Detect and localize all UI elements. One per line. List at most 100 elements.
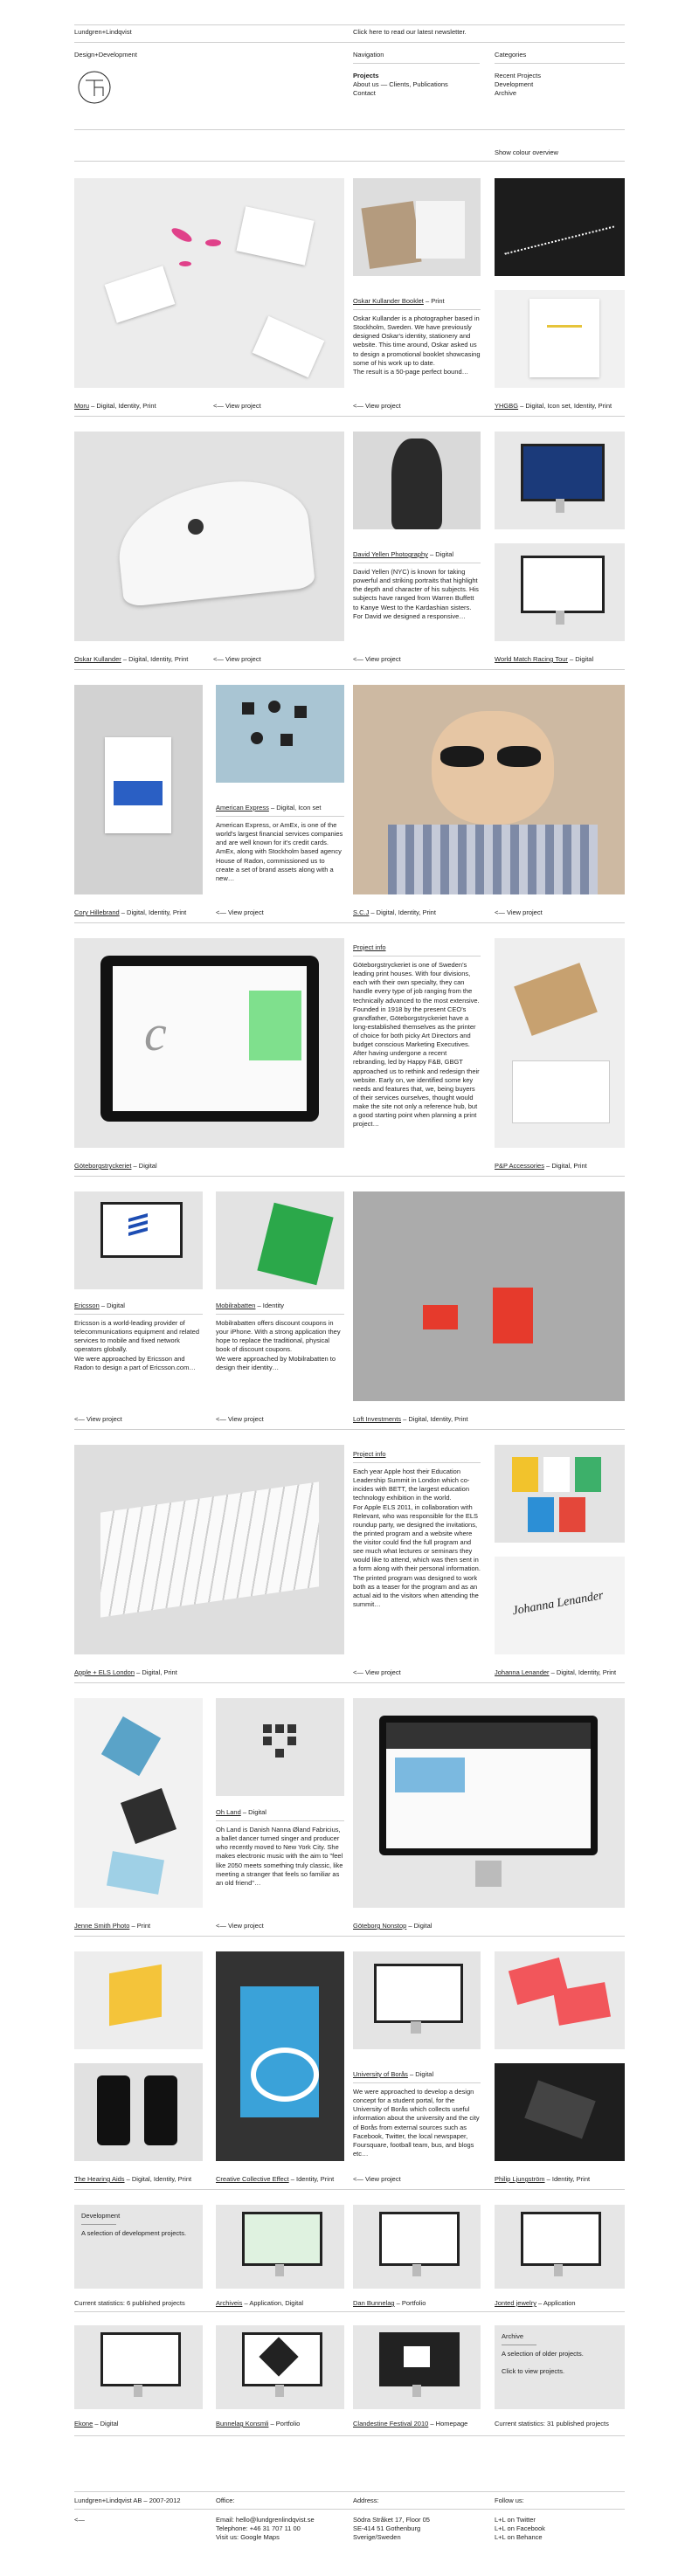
- project-image-hearing-aids-2[interactable]: [74, 2063, 203, 2161]
- oh-land-title[interactable]: Oh Land – Digital: [216, 1808, 266, 1817]
- archive-box[interactable]: Archive A selection of older projects. C…: [495, 2325, 625, 2409]
- bunnelag-caption[interactable]: Bunnelag Konsmli – Portfolio: [216, 2420, 300, 2428]
- apple-caption[interactable]: Apple + ELS London – Digital, Print: [74, 1668, 177, 1677]
- project-image-yhgbg-2[interactable]: [495, 290, 625, 388]
- nav-projects[interactable]: Projects: [353, 72, 379, 80]
- project-image-david-yellen[interactable]: [353, 432, 481, 529]
- yhgbg-caption[interactable]: YHGBG – Digital, Icon set, Identity, Pri…: [495, 402, 612, 411]
- cat-recent[interactable]: Recent Projects: [495, 72, 541, 80]
- project-image-hearing-aids-1[interactable]: [74, 1951, 203, 2049]
- johanna-caption[interactable]: Johanna Lenander – Digital, Identity, Pr…: [495, 1668, 616, 1677]
- project-image-mobilrabatten[interactable]: [216, 1191, 344, 1289]
- philip-caption[interactable]: Philip Ljungström – Identity, Print: [495, 2175, 590, 2184]
- project-image-goteborgstryckeriet[interactable]: c: [74, 938, 344, 1148]
- loft-caption[interactable]: Loft Investments – Digital, Identity, Pr…: [353, 1415, 468, 1424]
- newsletter-link[interactable]: Click here to read our latest newsletter…: [353, 28, 467, 37]
- project-image-johanna-2[interactable]: Johanna Lenander: [495, 1557, 625, 1654]
- colour-overview-link[interactable]: Show colour overview: [495, 148, 558, 157]
- amex-title[interactable]: American Express – Digital, Icon set: [216, 804, 321, 812]
- gbt-caption[interactable]: Göteborgstryckeriet – Digital: [74, 1162, 157, 1171]
- ekone-caption[interactable]: Ekone – Digital: [74, 2420, 118, 2428]
- view-project-link[interactable]: <— View project: [353, 402, 401, 411]
- project-image-pp-accessories[interactable]: [495, 938, 625, 1148]
- archiveis-caption[interactable]: Archiveis – Application, Digital: [216, 2299, 303, 2308]
- project-image-oskar-booklet[interactable]: [353, 178, 481, 276]
- cory-caption[interactable]: Cory Hillebrand – Digital, Identity, Pri…: [74, 908, 186, 917]
- categories-heading: Categories: [495, 51, 527, 59]
- back-to-top-link[interactable]: <—: [74, 2516, 85, 2524]
- gbt-info-desc: Göteborgstryckeriet is one of Sweden's l…: [353, 961, 480, 1129]
- project-image-uob[interactable]: [353, 1951, 481, 2049]
- dan-caption[interactable]: Dan Bunnelag – Portfolio: [353, 2299, 426, 2308]
- project-image-dan-bunnelag[interactable]: [353, 2205, 481, 2289]
- project-image-amex[interactable]: [216, 685, 344, 783]
- view-project-link[interactable]: <— View project: [353, 655, 401, 664]
- project-image-archiveis[interactable]: [216, 2205, 344, 2289]
- project-image-ericsson[interactable]: [74, 1191, 203, 1289]
- scj-caption[interactable]: S.C.J – Digital, Identity, Print: [353, 908, 436, 917]
- view-project-link[interactable]: <— View project: [216, 1922, 264, 1930]
- moru-caption[interactable]: Moru – Digital, Identity, Print: [74, 402, 156, 411]
- gbt-info-title: Project info: [353, 943, 386, 951]
- mobilrabatten-desc: Mobilrabatten offers discount coupons in…: [216, 1319, 341, 1371]
- ericsson-title[interactable]: Ericsson – Digital: [74, 1302, 125, 1310]
- project-image-yhgbg-1[interactable]: [495, 178, 625, 276]
- footer-address-heading: Address:: [353, 2497, 379, 2504]
- view-project-link[interactable]: <— View project: [213, 655, 261, 664]
- view-project-link[interactable]: <— View project: [353, 1668, 401, 1677]
- brand-name[interactable]: Lundgren+Lindqvist: [74, 28, 132, 37]
- project-image-johanna-1[interactable]: [495, 1445, 625, 1543]
- project-image-wmrt-1[interactable]: [495, 432, 625, 529]
- project-image-oskar-kullander[interactable]: [74, 432, 344, 641]
- project-image-jenne-smith[interactable]: [74, 1698, 203, 1908]
- nav-contact[interactable]: Contact: [353, 89, 376, 98]
- wmrt-caption[interactable]: World Match Racing Tour – Digital: [495, 655, 593, 664]
- project-image-philip-2[interactable]: [495, 2063, 625, 2161]
- project-image-cory[interactable]: [74, 685, 203, 894]
- cce-caption[interactable]: Creative Collective Effect – Identity, P…: [216, 2175, 334, 2184]
- footer-social-links[interactable]: L+L on Twitter L+L on Facebook L+L on Be…: [495, 2516, 545, 2542]
- view-project-link[interactable]: <— View project: [216, 1415, 264, 1424]
- pp-caption[interactable]: P&P Accessories – Digital, Print: [495, 1162, 587, 1171]
- development-stats: Current statistics: 6 published projects: [74, 2299, 185, 2307]
- goteborg-caption[interactable]: Göteborg Nonstop – Digital: [353, 1922, 432, 1930]
- view-project-link[interactable]: <— View project: [353, 2175, 401, 2184]
- footer-copyright: Lundgren+Lindqvist AB – 2007-2012: [74, 2497, 181, 2504]
- cat-development[interactable]: Development: [495, 80, 533, 89]
- nav-about[interactable]: About us — Clients, Publications: [353, 80, 448, 89]
- jenne-caption[interactable]: Jenne Smith Photo – Print: [74, 1922, 150, 1930]
- project-image-loft-investments[interactable]: [353, 1191, 625, 1401]
- ericsson-desc: Ericsson is a world-leading provider of …: [74, 1319, 200, 1371]
- oskar-booklet-title[interactable]: Oskar Kullander Booklet – Print: [353, 297, 445, 306]
- logo[interactable]: [77, 70, 112, 105]
- project-image-bunnelag-konsmli[interactable]: [216, 2325, 344, 2409]
- footer-office-details[interactable]: Email: hello@lundgrenlindqvist.se Teleph…: [216, 2516, 315, 2542]
- project-image-apple-els[interactable]: [74, 1445, 344, 1654]
- view-project-link[interactable]: <— View project: [213, 402, 261, 411]
- view-project-link[interactable]: <— View project: [74, 1415, 122, 1424]
- project-image-goteborg-nonstop[interactable]: [353, 1698, 625, 1908]
- nav-heading: Navigation: [353, 51, 384, 59]
- project-image-philip-1[interactable]: [495, 1951, 625, 2049]
- jonted-caption[interactable]: Jonted jewelry – Application: [495, 2299, 576, 2308]
- project-image-jonted[interactable]: [495, 2205, 625, 2289]
- uob-title[interactable]: University of Borås – Digital: [353, 2070, 433, 2079]
- hearing-caption[interactable]: The Hearing Aids – Digital, Identity, Pr…: [74, 2175, 191, 2184]
- project-image-clandestine[interactable]: [353, 2325, 481, 2409]
- david-yellen-title[interactable]: David Yellen Photography – Digital: [353, 550, 453, 559]
- clandestine-caption[interactable]: Clandestine Festival 2010 – Homepage: [353, 2420, 467, 2428]
- view-project-link[interactable]: <— View project: [495, 908, 543, 917]
- project-image-scj[interactable]: [353, 685, 625, 894]
- view-project-link[interactable]: <— View project: [216, 908, 264, 917]
- mobilrabatten-title[interactable]: Mobilrabatten – Identity: [216, 1302, 284, 1310]
- oskar-kullander-caption[interactable]: Oskar Kullander – Digital, Identity, Pri…: [74, 655, 188, 664]
- project-image-cce[interactable]: [216, 1951, 344, 2161]
- project-image-moru[interactable]: [74, 178, 344, 388]
- project-image-ekone[interactable]: [74, 2325, 203, 2409]
- project-image-oh-land[interactable]: [216, 1698, 344, 1796]
- development-box-title: Development: [81, 2212, 121, 2220]
- cat-archive[interactable]: Archive: [495, 89, 516, 98]
- development-box-desc: A selection of development projects.: [81, 2229, 187, 2237]
- development-box[interactable]: Development A selection of development p…: [74, 2205, 203, 2289]
- project-image-wmrt-2[interactable]: [495, 543, 625, 641]
